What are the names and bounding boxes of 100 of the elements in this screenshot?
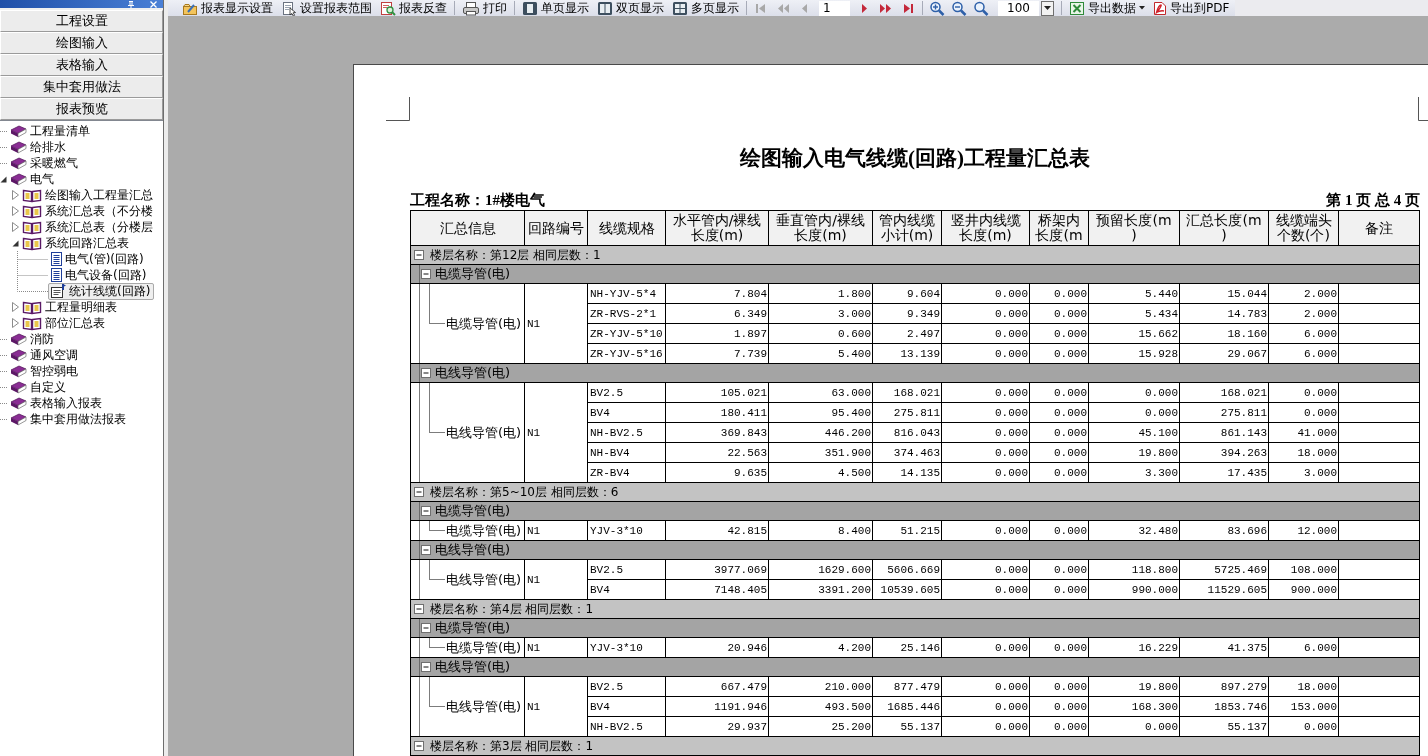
table-cell: 210.000 [769, 677, 873, 697]
table-cell: 1629.600 [769, 560, 873, 580]
collapse-icon[interactable] [414, 604, 424, 614]
column-header: 竖井内线缆长度(m) [942, 211, 1030, 246]
expanded-arrow-icon[interactable] [12, 239, 19, 247]
table-cell: N1 [525, 677, 588, 737]
toolbar-button[interactable]: 导出数据 [1065, 0, 1149, 16]
single-page-icon [522, 0, 538, 16]
table-cell: 0.000 [1030, 403, 1089, 423]
expand-arrow-icon[interactable] [12, 206, 19, 216]
toolbar-button[interactable]: 设置报表范围 [277, 0, 376, 16]
tree-item[interactable]: 系统汇总表（分楼层 [20, 218, 157, 236]
expand-arrow-icon[interactable] [12, 302, 19, 312]
tree-item[interactable]: 给排水 [8, 138, 70, 156]
tree-item[interactable]: 集中套用做法报表 [8, 410, 130, 428]
collapse-icon[interactable] [421, 269, 431, 279]
expand-arrow-icon[interactable] [12, 318, 19, 328]
toolbar-button[interactable]: 打印 [458, 0, 511, 16]
table-cell: 19.800 [1089, 677, 1180, 697]
page-number-field[interactable]: 1 [819, 0, 850, 16]
collapse-icon[interactable] [421, 506, 431, 516]
book-icon [10, 412, 27, 426]
column-header: 汇总信息 [411, 211, 525, 246]
table-cell: 22.563 [666, 443, 769, 463]
table-cell: 0.000 [1030, 521, 1089, 541]
tree-item[interactable]: 工程量清单 [8, 122, 94, 140]
table-cell: N1 [525, 521, 588, 541]
tree-item[interactable]: 工程量明细表 [20, 298, 121, 316]
table-cell: 0.000 [942, 443, 1030, 463]
expand-arrow-icon[interactable] [12, 190, 19, 200]
tree-item[interactable]: 电气 [8, 170, 58, 188]
table-cell: 493.500 [769, 697, 873, 717]
open-book-icon [22, 315, 42, 331]
collapse-icon[interactable] [421, 545, 431, 555]
collapse-icon[interactable] [414, 741, 424, 751]
tree-item[interactable]: 统计线缆(回路) [48, 282, 155, 300]
table-cell: 369.843 [666, 423, 769, 443]
table-cell: 0.000 [1030, 560, 1089, 580]
tree-item[interactable]: 自定义 [8, 378, 70, 396]
open-book-icon [22, 219, 42, 235]
toolbar-button[interactable]: 单页显示 [518, 0, 593, 16]
collapse-icon[interactable] [414, 487, 424, 497]
book-icon [10, 396, 27, 410]
close-icon[interactable] [150, 1, 157, 8]
document-flag-icon [50, 284, 66, 298]
table-cell: 25.200 [769, 717, 873, 737]
collapse-icon[interactable] [421, 662, 431, 672]
table-cell: 374.463 [873, 443, 942, 463]
navigator-button[interactable]: 集中套用做法 [0, 76, 163, 98]
table-cell: 51.215 [873, 521, 942, 541]
toolbar-button[interactable]: 报表显示设置 [178, 0, 277, 16]
tree-item[interactable]: 采暖燃气 [8, 154, 82, 172]
document-magnifier-icon [380, 0, 396, 16]
tree-item[interactable]: 部位汇总表 [20, 314, 109, 332]
tree-item[interactable]: 绘图输入工程量汇总 [20, 186, 157, 204]
table-cell: 0.000 [1030, 677, 1089, 697]
tree-item[interactable]: 系统回路汇总表 [20, 234, 133, 252]
collapse-icon[interactable] [414, 250, 424, 260]
crop-mark [386, 97, 410, 121]
toolbar-button[interactable]: 报表反查 [376, 0, 451, 16]
table-cell: 9.635 [666, 463, 769, 483]
tree-item[interactable]: 电气设备(回路) [48, 266, 151, 284]
zoom-field[interactable]: 100 [998, 0, 1039, 16]
collapse-icon[interactable] [421, 368, 431, 378]
tree-item[interactable]: 系统汇总表（不分楼 [20, 202, 157, 220]
navigator-button[interactable]: 表格输入 [0, 54, 163, 76]
tree-item[interactable]: 通风空调 [8, 346, 82, 364]
tree-item[interactable]: 电气(管)(回路) [48, 250, 148, 268]
collapse-icon[interactable] [421, 623, 431, 633]
expand-arrow-icon[interactable] [12, 222, 19, 232]
tree-item[interactable]: 智控弱电 [8, 362, 82, 380]
toolbar-button[interactable]: 多页显示 [668, 0, 743, 16]
table-cell: 3391.200 [769, 580, 873, 600]
navigator-button[interactable]: 工程设置 [0, 10, 163, 32]
tree-item[interactable]: 消防 [8, 330, 58, 348]
pin-icon[interactable] [127, 1, 135, 8]
navigator-button[interactable]: 绘图输入 [0, 32, 163, 54]
group-label: 电缆导管(电) [435, 502, 511, 520]
tree-item[interactable]: 表格输入报表 [8, 394, 106, 412]
table-cell: 20.946 [666, 638, 769, 658]
table-cell: 12.000 [1269, 521, 1339, 541]
table-cell: 0.000 [942, 677, 1030, 697]
toolbar-button[interactable]: 双页显示 [593, 0, 668, 16]
dropdown-button[interactable] [1041, 0, 1054, 16]
table-cell: 0.000 [942, 580, 1030, 600]
table-cell: 877.479 [873, 677, 942, 697]
table-cell: 0.000 [1030, 383, 1089, 403]
table-cell: 5.434 [1089, 304, 1180, 324]
toolbar-button[interactable]: 导出到PDF [1149, 0, 1234, 16]
conduit-type-label: 电线导管(电) [446, 570, 522, 589]
navigator-button[interactable]: 报表预览 [0, 98, 163, 120]
table-cell: 9.604 [873, 284, 942, 304]
table-cell: 4.200 [769, 638, 873, 658]
expanded-arrow-icon[interactable] [0, 175, 7, 183]
table-cell: N1 [525, 383, 588, 483]
table-cell: 41.000 [1269, 423, 1339, 443]
group-label: 电线导管(电) [435, 658, 511, 676]
table-cell: 0.000 [942, 284, 1030, 304]
column-header: 预留长度(m) [1089, 211, 1180, 246]
table-cell: 861.143 [1180, 423, 1269, 443]
